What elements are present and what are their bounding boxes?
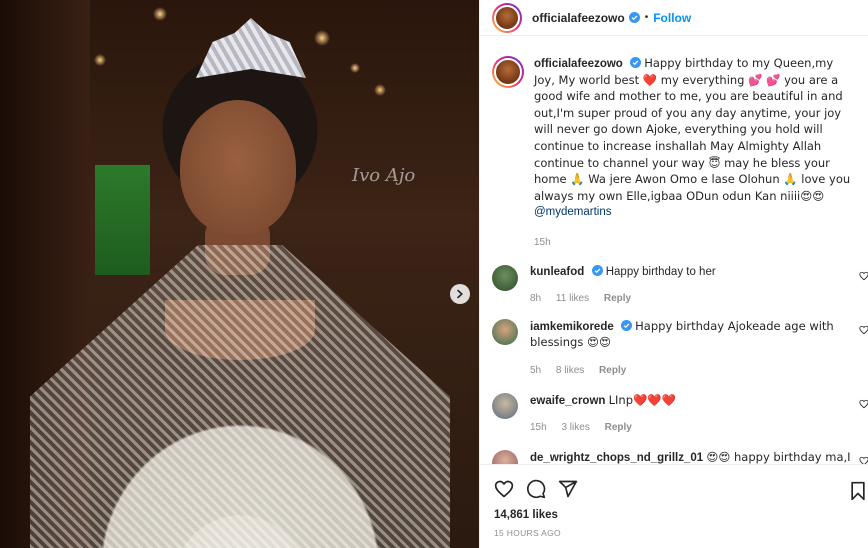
verified-badge-icon (628, 12, 640, 23)
post-header: officialafeezowo • Follow (480, 0, 868, 36)
comment-time: 15h (530, 422, 547, 434)
like-icon[interactable] (494, 479, 514, 499)
next-arrow-icon (457, 289, 463, 299)
post-actions: 14,861 likes 15 HOURS AGO (480, 464, 868, 548)
header-separator: • (644, 12, 649, 23)
heart-small-icon[interactable] (859, 325, 868, 335)
post-image[interactable]: Ivo Ajo (0, 0, 479, 548)
commenter-avatar[interactable] (492, 264, 518, 291)
commenter-username[interactable]: de_wrightz_chops_nd_grillz_01 (530, 452, 703, 464)
verified-badge-icon (591, 264, 603, 276)
comment-time: 8h (530, 293, 542, 305)
caption-text: Happy birthday to my Queen,my Joy, My wo… (534, 56, 851, 203)
commenter-username[interactable]: iamkemikorede (530, 321, 614, 333)
heart-small-icon[interactable] (859, 456, 868, 464)
comment-item: iamkemikorede Happy birthday Ajokeade ag… (480, 318, 868, 379)
next-image-button[interactable] (450, 284, 470, 304)
reply-button[interactable]: Reply (599, 365, 626, 376)
commenter-username[interactable]: ewaife_crown (530, 395, 605, 407)
verified-badge-icon (630, 57, 642, 68)
comment-likes[interactable]: 8 likes (556, 365, 584, 376)
comment-likes[interactable]: 11 likes (556, 293, 589, 304)
comment-text: Happy birthday to her (605, 265, 716, 278)
follow-button[interactable]: Follow (653, 11, 691, 25)
comment-text: LInp❤️❤️❤️ (608, 392, 676, 407)
reply-button[interactable]: Reply (605, 422, 632, 433)
commenter-avatar[interactable] (492, 449, 518, 464)
comment-item: ewaife_crown LInp❤️❤️❤️ 15h 3 likes Repl… (480, 392, 868, 436)
caption-username[interactable]: officialafeezowo (534, 58, 623, 70)
caption-time: 15h (534, 236, 551, 248)
photo-face (180, 100, 296, 235)
commenter-avatar[interactable] (492, 392, 518, 419)
reply-button[interactable]: Reply (604, 293, 631, 304)
post-caption: officialafeezowo Happy birthday to my Qu… (480, 36, 868, 251)
photo-tiara (196, 18, 306, 78)
photographer-watermark: Ivo Ajo (352, 165, 416, 186)
comment-icon[interactable] (526, 479, 546, 499)
heart-small-icon[interactable] (859, 271, 868, 281)
save-icon[interactable] (849, 481, 867, 501)
commenter-username[interactable]: kunleafod (530, 266, 584, 278)
caption-mention[interactable]: @mydemartins (534, 206, 612, 218)
comments-list[interactable]: officialafeezowo Happy birthday to my Qu… (480, 36, 868, 464)
likes-count[interactable]: 14,861 likes (480, 509, 868, 521)
comment-time: 5h (530, 364, 542, 376)
verified-badge-icon (620, 319, 632, 331)
comment-likes[interactable]: 3 likes (561, 422, 589, 433)
comment-item: de_wrightz_chops_nd_grillz_01 😍😍 happy b… (480, 449, 868, 464)
comment-item: kunleafod Happy birthday to her 8h 11 li… (480, 264, 868, 307)
author-avatar[interactable] (492, 2, 522, 33)
share-icon[interactable] (558, 479, 578, 499)
post-timestamp: 15 HOURS AGO (494, 528, 561, 538)
author-username[interactable]: officialafeezowo (532, 11, 625, 25)
caption-avatar[interactable] (492, 56, 524, 88)
commenter-avatar[interactable] (492, 318, 518, 345)
heart-small-icon[interactable] (859, 399, 868, 409)
post-details-panel: officialafeezowo • Follow officialafeezo… (479, 0, 868, 548)
